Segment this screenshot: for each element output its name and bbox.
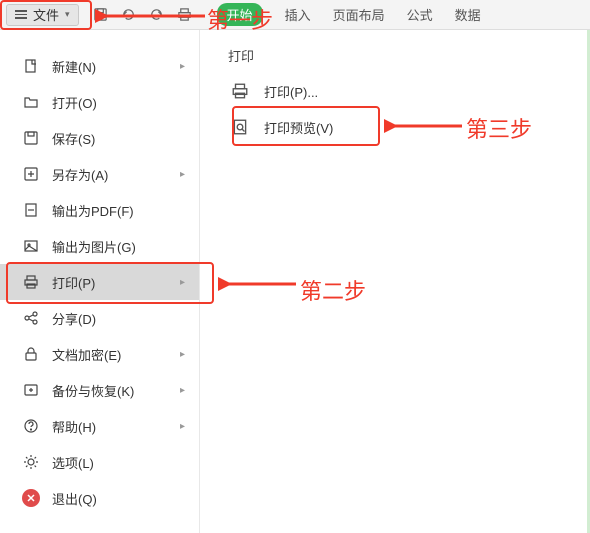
file-menu-button[interactable]: 文件 ▾ [6,4,79,26]
sidebar-item-saveas[interactable]: 另存为(A) ▸ [0,156,199,192]
sidebar-item-exit[interactable]: 退出(Q) [0,480,199,516]
sidebar-item-label: 另存为(A) [52,165,168,184]
quick-access-toolbar [93,7,193,23]
sidebar-item-label: 输出为图片(G) [52,237,185,256]
tab-insert[interactable]: 插入 [285,5,311,24]
sidebar-item-options[interactable]: 选项(L) [0,444,199,480]
chevron-right-icon: ▸ [180,277,185,288]
preview-icon [230,117,250,137]
redo-icon[interactable] [149,7,165,23]
save-icon [22,129,40,147]
submenu-item-print-preview[interactable]: 打印预览(V) [218,109,572,145]
print-icon[interactable] [177,7,193,23]
folder-open-icon [22,93,40,111]
tab-formula[interactable]: 公式 [407,5,433,24]
save-icon[interactable] [93,7,109,23]
sidebar-item-pdf[interactable]: 输出为PDF(F) [0,192,199,228]
print-submenu: 打印 打印(P)... 打印预览(V) [200,30,590,533]
sidebar-item-share[interactable]: 分享(D) [0,300,199,336]
chevron-right-icon: ▸ [180,385,185,396]
chevron-right-icon: ▸ [180,421,185,432]
submenu-item-label: 打印(P)... [264,82,318,101]
lock-icon [22,345,40,363]
image-icon [22,237,40,255]
sidebar-item-image[interactable]: 输出为图片(G) [0,228,199,264]
chevron-right-icon: ▸ [180,61,185,72]
sidebar-item-label: 退出(Q) [52,489,185,508]
saveas-icon [22,165,40,183]
sidebar-item-label: 分享(D) [52,309,185,328]
sidebar-item-label: 输出为PDF(F) [52,201,185,220]
sidebar-item-backup[interactable]: 备份与恢复(K) ▸ [0,372,199,408]
tab-start[interactable]: 开始 [217,3,263,26]
tab-layout[interactable]: 页面布局 [333,5,385,24]
file-menu-label: 文件 [33,5,59,24]
backup-icon [22,381,40,399]
top-toolbar: 文件 ▾ 开始 插入 页面布局 公式 数据 [0,0,590,30]
main-area: 新建(N) ▸ 打开(O) 保存(S) 另存为(A) ▸ [0,30,590,533]
help-icon [22,417,40,435]
share-icon [22,309,40,327]
sidebar-item-open[interactable]: 打开(O) [0,84,199,120]
pdf-icon [22,201,40,219]
sidebar-item-save[interactable]: 保存(S) [0,120,199,156]
chevron-right-icon: ▸ [180,169,185,180]
hamburger-icon [15,10,27,19]
printer-icon [230,81,250,101]
undo-icon[interactable] [121,7,137,23]
sidebar-item-print[interactable]: 打印(P) ▸ [0,264,199,300]
exit-icon [22,489,40,507]
chevron-right-icon: ▸ [180,349,185,360]
submenu-item-label: 打印预览(V) [264,118,333,137]
gear-icon [22,453,40,471]
file-menu-sidebar: 新建(N) ▸ 打开(O) 保存(S) 另存为(A) ▸ [0,30,200,533]
sidebar-item-label: 文档加密(E) [52,345,168,364]
sidebar-item-label: 新建(N) [52,57,168,76]
sidebar-item-label: 备份与恢复(K) [52,381,168,400]
submenu-title: 打印 [218,46,572,65]
sidebar-item-label: 打开(O) [52,93,185,112]
submenu-item-print[interactable]: 打印(P)... [218,73,572,109]
sidebar-item-label: 保存(S) [52,129,185,148]
sidebar-item-label: 选项(L) [52,453,185,472]
ribbon-tabs: 开始 插入 页面布局 公式 数据 [217,3,481,26]
sidebar-item-help[interactable]: 帮助(H) ▸ [0,408,199,444]
sidebar-item-encrypt[interactable]: 文档加密(E) ▸ [0,336,199,372]
tab-data[interactable]: 数据 [455,5,481,24]
sidebar-item-label: 打印(P) [52,273,168,292]
new-file-icon [22,57,40,75]
sidebar-item-label: 帮助(H) [52,417,168,436]
printer-icon [22,273,40,291]
chevron-down-icon: ▾ [65,9,70,20]
sidebar-item-new[interactable]: 新建(N) ▸ [0,48,199,84]
